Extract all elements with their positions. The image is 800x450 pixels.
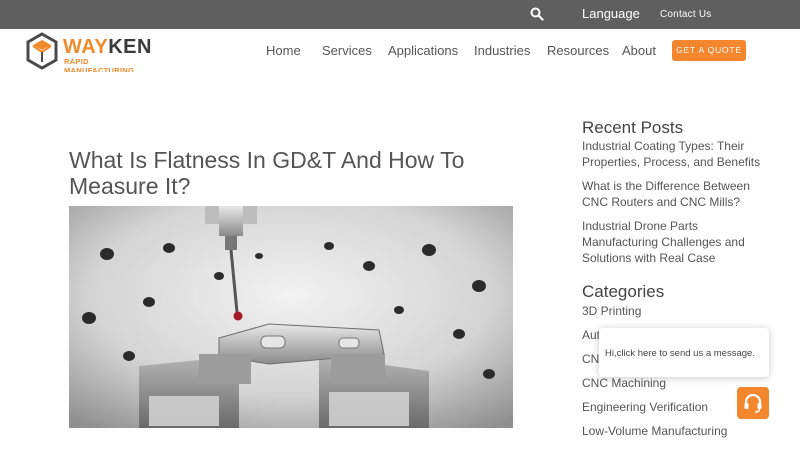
article-hero-image [69,206,513,428]
main-header: WAYKEN RAPID MANUFACTURING Home Services… [0,29,800,75]
recent-post-link[interactable]: Industrial Drone Parts Manufacturing Cha… [582,218,768,266]
chat-open-button[interactable] [737,387,769,419]
category-link[interactable]: 3D Printing [582,303,768,319]
nav-resources[interactable]: Resources [547,43,609,58]
category-link[interactable]: Low-Volume Manufacturing [582,423,768,439]
brand-name: WAYKEN [63,36,152,59]
wayken-logo[interactable]: WAYKEN RAPID MANUFACTURING [25,32,155,75]
contact-us-link[interactable]: Contact Us [660,9,711,20]
nav-services[interactable]: Services [322,43,372,58]
nav-industries[interactable]: Industries [474,43,530,58]
search-icon[interactable] [530,7,544,21]
nav-applications[interactable]: Applications [388,43,458,58]
categories-heading: Categories [582,282,665,301]
brand-name-way: WAY [63,36,109,58]
cmm-probe-image [69,206,513,428]
brand-name-ken: KEN [108,36,152,58]
language-selector[interactable]: Language [582,6,640,21]
nav-about[interactable]: About [622,43,656,58]
nav-home[interactable]: Home [266,43,301,58]
recent-post-link[interactable]: What is the Difference Between CNC Route… [582,178,768,210]
top-utility-bar: Language Contact Us [0,0,800,29]
article-title: What Is Flatness In GD&T And How To Meas… [69,147,465,199]
recent-post-link[interactable]: Industrial Coating Types: Their Properti… [582,138,768,170]
chat-message-bubble[interactable]: Hi,click here to send us a message. [599,328,769,377]
get-a-quote-button[interactable]: GET A QUOTE [672,40,746,61]
breadcrumb-area [0,72,800,112]
logo-mark-icon [26,32,58,70]
recent-posts-heading: Recent Posts [582,118,684,137]
headset-icon [744,393,762,413]
